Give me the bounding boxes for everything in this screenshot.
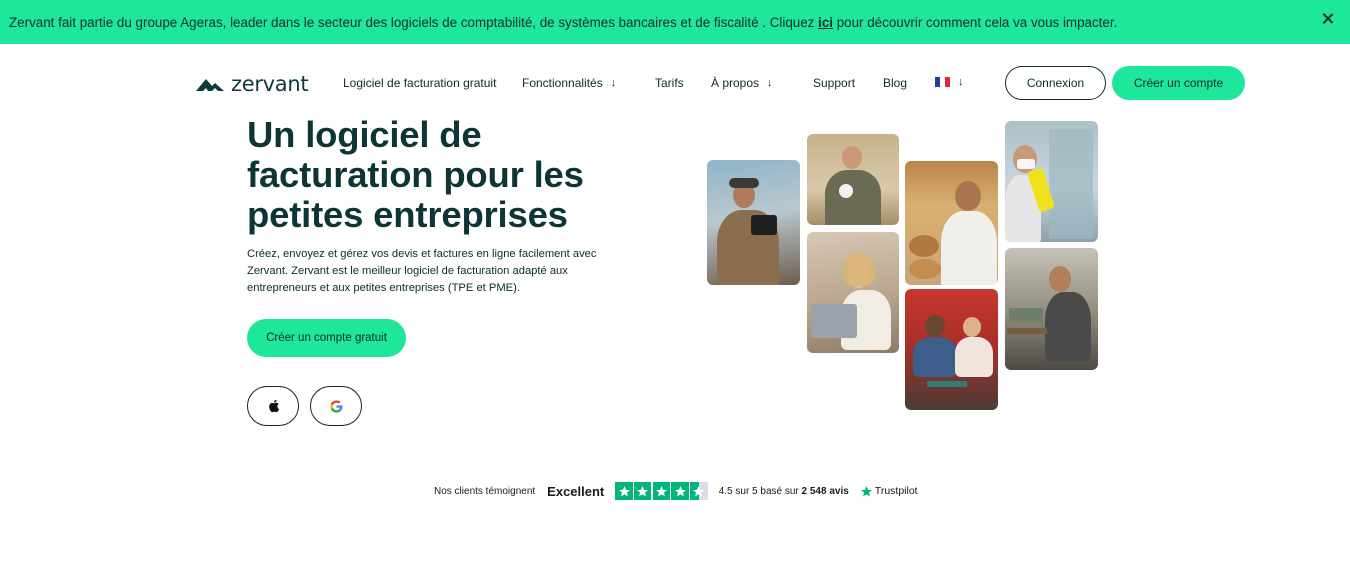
star-icon	[615, 482, 633, 500]
nav-a-propos[interactable]: À propos ↓	[711, 76, 773, 90]
trustpilot-review-count: 2 548 avis	[801, 485, 849, 497]
zervant-logo-icon	[196, 79, 224, 91]
arrow-down-icon: ↓	[767, 77, 773, 89]
photo-craftsman	[807, 134, 899, 225]
trustpilot-star-icon	[860, 485, 872, 496]
nav-fonctionnalites[interactable]: Fonctionnalités ↓	[522, 76, 616, 90]
photo-baker	[905, 161, 998, 285]
apple-store-button[interactable]	[247, 386, 299, 426]
photo-repair-technician	[1005, 248, 1098, 370]
close-icon[interactable]	[1320, 11, 1336, 27]
trustpilot-score: 4.5 sur 5 basé sur 2 548 avis	[718, 485, 849, 497]
star-icon	[633, 482, 652, 500]
nav-logiciel-facturation[interactable]: Logiciel de facturation gratuit	[343, 76, 496, 90]
create-free-account-button[interactable]: Créer un compte gratuit	[247, 319, 406, 357]
star-icon	[671, 482, 689, 500]
language-selector[interactable]: ↓	[935, 76, 964, 88]
nav-tarifs[interactable]: Tarifs	[655, 76, 684, 90]
zervant-logo[interactable]: zervant	[195, 72, 309, 96]
photo-videographer	[707, 160, 800, 285]
nav-support[interactable]: Support	[813, 76, 855, 90]
half-star-icon	[690, 482, 708, 500]
signup-button[interactable]: Créer un compte	[1112, 66, 1245, 100]
photo-cleaner	[1005, 121, 1098, 242]
arrow-down-icon: ↓	[610, 77, 617, 89]
logo-text: zervant	[231, 72, 309, 96]
login-button[interactable]: Connexion	[1005, 66, 1106, 100]
hero-title: Un logiciel de facturation pour les peti…	[247, 114, 584, 235]
google-icon	[329, 399, 342, 413]
trustpilot-logo[interactable]: Trustpilot	[860, 485, 918, 498]
star-icon	[652, 482, 671, 500]
google-play-button[interactable]	[310, 386, 362, 426]
trustpilot-intro: Nos clients témoignent	[434, 485, 536, 497]
trustpilot-widget[interactable]: Nos clients témoignent Excellent 4.5 sur…	[434, 482, 918, 500]
france-flag-icon	[935, 77, 950, 87]
photo-woman-laptop	[807, 232, 899, 353]
arrow-down-icon: ↓	[958, 76, 964, 88]
banner-link[interactable]: ici	[818, 15, 833, 30]
apple-icon	[268, 399, 279, 413]
trustpilot-stars	[615, 482, 708, 500]
trustpilot-rating-word: Excellent	[547, 483, 605, 499]
hero-description: Créez, envoyez et gérez vos devis et fac…	[247, 248, 597, 295]
nav-blog[interactable]: Blog	[883, 76, 907, 90]
photo-cafe-couple	[905, 289, 998, 410]
banner-text: Zervant fait partie du groupe Ageras, le…	[9, 14, 1118, 30]
announcement-banner: Zervant fait partie du groupe Ageras, le…	[0, 0, 1350, 44]
